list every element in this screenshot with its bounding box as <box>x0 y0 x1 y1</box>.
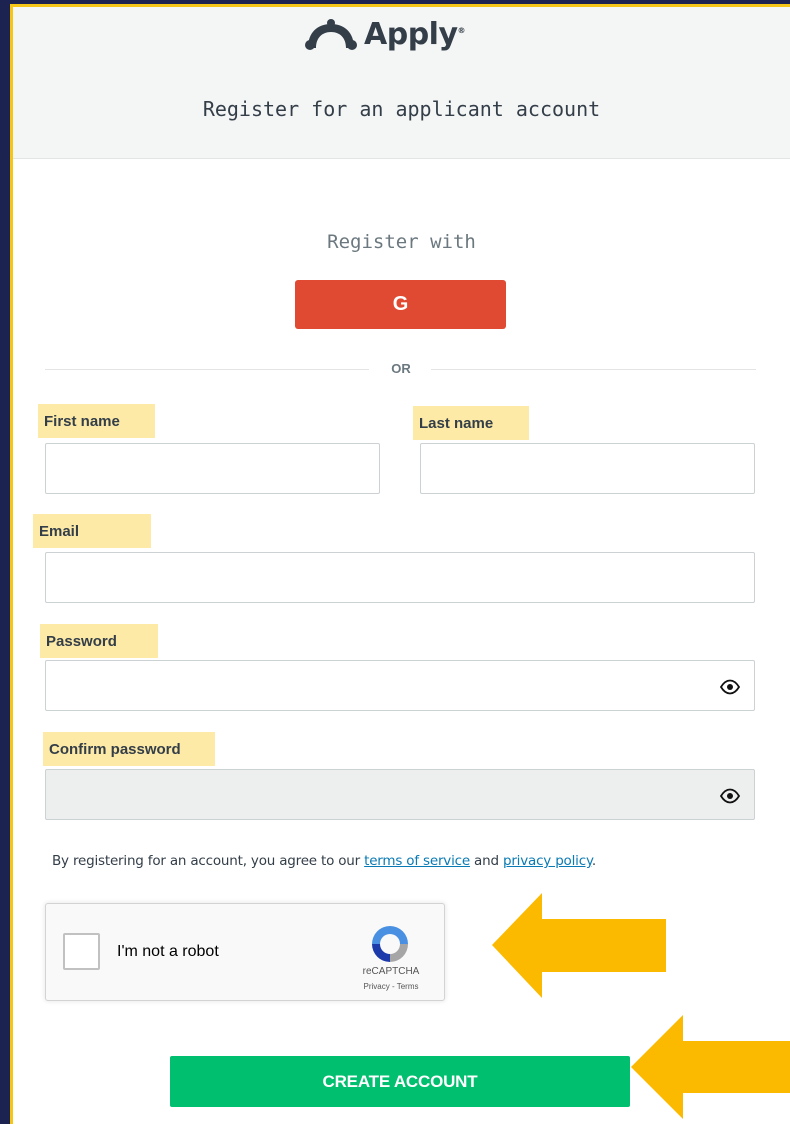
recaptcha-brand: reCAPTCHA <box>362 966 420 977</box>
create-account-button[interactable]: CREATE ACCOUNT <box>170 1056 630 1107</box>
page-header: Apply® Register for an applicant account <box>13 7 790 159</box>
left-arrow-icon <box>492 893 666 998</box>
logo-text: Apply® <box>364 17 466 52</box>
last-name-label: Last name <box>413 406 529 440</box>
password-input[interactable] <box>45 660 755 711</box>
terms-of-service-link[interactable]: terms of service <box>364 853 470 869</box>
privacy-policy-link[interactable]: privacy policy <box>503 853 592 869</box>
eye-icon[interactable] <box>720 786 740 806</box>
divider-right <box>431 369 756 370</box>
google-icon: G <box>392 293 409 315</box>
apply-logo: Apply® <box>304 17 465 52</box>
last-name-input[interactable] <box>420 443 755 494</box>
legal-notice: By registering for an account, you agree… <box>52 853 596 869</box>
email-label: Email <box>33 514 151 548</box>
first-name-input[interactable] <box>45 443 380 494</box>
confirm-password-input[interactable] <box>45 769 755 820</box>
recaptcha-privacy-terms[interactable]: Privacy - Terms <box>351 982 431 991</box>
password-label: Password <box>40 624 158 658</box>
or-divider-label: OR <box>391 361 411 376</box>
surveymonkey-logo-icon <box>305 18 357 50</box>
page-subtitle: Register for an applicant account <box>202 97 601 121</box>
confirm-password-label: Confirm password <box>43 732 215 766</box>
google-register-button[interactable]: G <box>295 280 506 329</box>
register-with-heading: Register with <box>327 231 476 253</box>
recaptcha-checkbox[interactable] <box>63 933 100 970</box>
recaptcha-label: I'm not a robot <box>117 943 219 960</box>
eye-icon[interactable] <box>720 677 740 697</box>
registration-panel: Apply® Register for an applicant account… <box>10 4 790 1124</box>
recaptcha-widget: I'm not a robot reCAPTCHA Privacy - Term… <box>45 903 445 1001</box>
divider-left <box>45 369 369 370</box>
email-input[interactable] <box>45 552 755 603</box>
recaptcha-icon <box>372 926 408 962</box>
first-name-label: First name <box>38 404 155 438</box>
left-arrow-icon <box>631 1015 790 1119</box>
